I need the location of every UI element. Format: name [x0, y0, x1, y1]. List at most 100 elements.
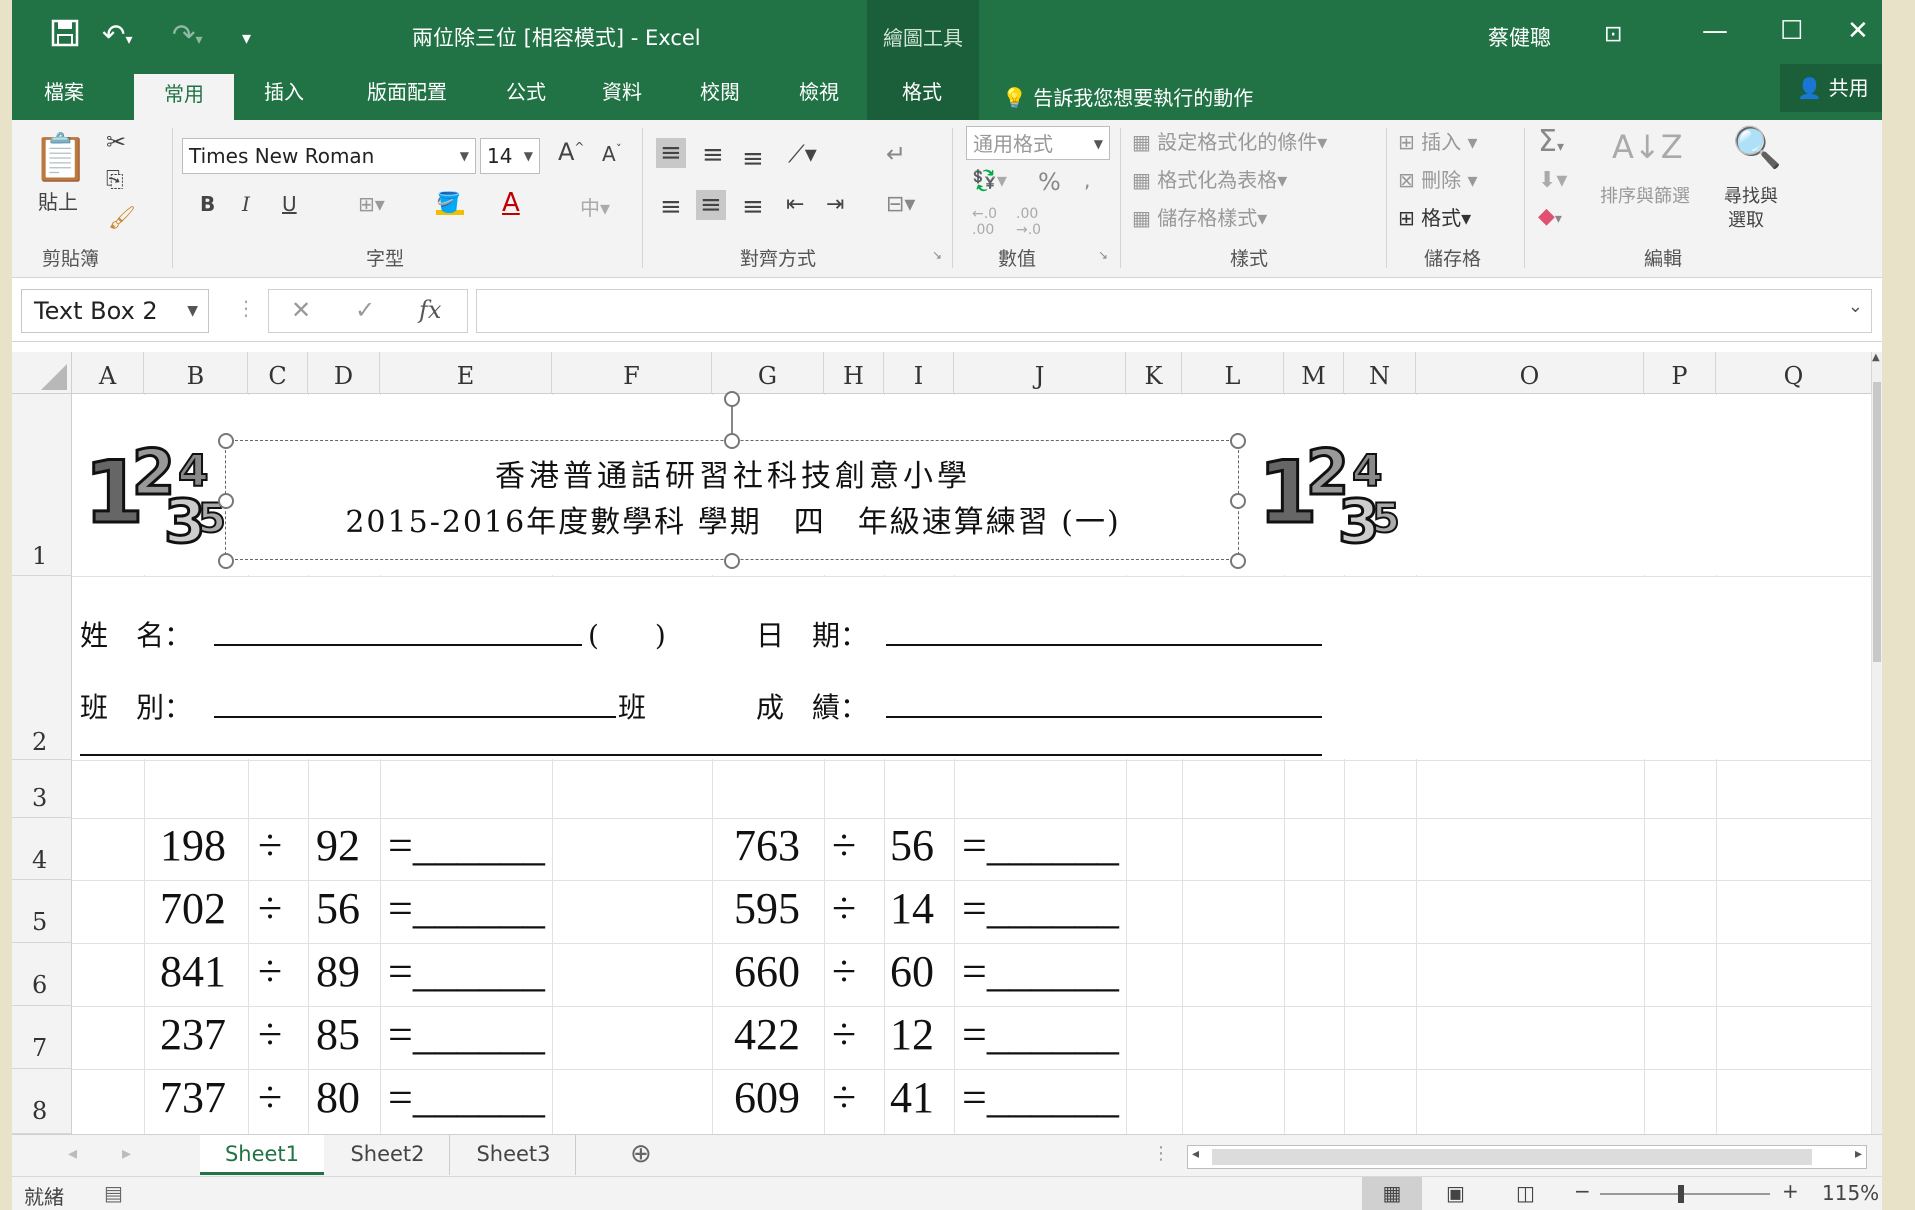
- font-size-select[interactable]: 14 ▼: [480, 138, 540, 174]
- sheet-tab-sheet3[interactable]: Sheet3: [452, 1135, 576, 1175]
- minimize-icon[interactable]: —: [1702, 16, 1728, 46]
- tab-insert[interactable]: 插入: [244, 70, 324, 120]
- tab-review[interactable]: 校閱: [680, 70, 760, 120]
- insert-function-icon[interactable]: fx: [419, 296, 441, 324]
- tab-split-handle-icon[interactable]: ⋮: [1152, 1143, 1170, 1164]
- format-as-table-button[interactable]: ▦ 格式化為表格▾: [1132, 164, 1287, 193]
- decrease-indent-icon[interactable]: ⇤: [786, 192, 804, 217]
- row-header-1[interactable]: 1: [12, 394, 72, 576]
- accounting-format-icon[interactable]: 💱▾: [972, 168, 1007, 192]
- align-middle-icon[interactable]: ≡: [702, 140, 724, 170]
- resize-handle[interactable]: [724, 553, 740, 569]
- autosum-icon[interactable]: Σ▾: [1538, 124, 1564, 159]
- orientation-icon[interactable]: ⟋▾: [788, 140, 817, 168]
- column-header-a[interactable]: A: [72, 352, 144, 394]
- format-painter-icon[interactable]: 🖌: [108, 206, 136, 231]
- cut-icon[interactable]: ✂: [106, 128, 126, 156]
- column-header-j[interactable]: J: [954, 352, 1126, 394]
- scroll-up-icon[interactable]: ▲: [1872, 352, 1882, 376]
- zoom-out-icon[interactable]: −: [1574, 1179, 1591, 1203]
- numbers-clipart-right[interactable]: 1 2 3 4 5: [1254, 424, 1404, 559]
- resize-handle[interactable]: [724, 433, 740, 449]
- wrap-text-icon[interactable]: ↵: [886, 140, 906, 168]
- column-header-g[interactable]: G: [712, 352, 824, 394]
- paste-icon[interactable]: 📋: [32, 130, 89, 185]
- phonetic-icon[interactable]: 中▾: [580, 192, 610, 221]
- zoom-slider[interactable]: [1600, 1193, 1770, 1195]
- user-name[interactable]: 蔡健聰: [1488, 22, 1551, 52]
- tab-formulas[interactable]: 公式: [486, 70, 566, 120]
- clear-icon[interactable]: ◆▾: [1538, 204, 1562, 229]
- column-header-i[interactable]: I: [884, 352, 954, 394]
- page-break-view-icon[interactable]: ◫: [1516, 1181, 1535, 1205]
- horizontal-scroll-thumb[interactable]: [1212, 1149, 1812, 1165]
- tab-view[interactable]: 檢視: [779, 70, 859, 120]
- column-header-n[interactable]: N: [1344, 352, 1416, 394]
- close-icon[interactable]: ✕: [1847, 16, 1869, 46]
- maximize-icon[interactable]: ☐: [1780, 16, 1803, 46]
- horizontal-scrollbar[interactable]: ◂ ▸: [1187, 1145, 1867, 1169]
- redo-icon[interactable]: ↷▾: [172, 18, 203, 51]
- enter-icon[interactable]: ✓: [355, 296, 375, 324]
- ribbon-display-options-icon[interactable]: ⊡: [1604, 22, 1622, 47]
- worksheet-grid[interactable]: A B C D E F G H I J K L M N O P Q 1 2 3 …: [12, 352, 1872, 1134]
- resize-handle[interactable]: [1230, 433, 1246, 449]
- row-header-7[interactable]: 7: [12, 1006, 72, 1069]
- column-header-p[interactable]: P: [1644, 352, 1716, 394]
- column-header-m[interactable]: M: [1284, 352, 1344, 394]
- tab-home[interactable]: 常用: [134, 74, 234, 120]
- column-header-h[interactable]: H: [824, 352, 884, 394]
- column-header-e[interactable]: E: [380, 352, 552, 394]
- cell-styles-button[interactable]: ▦ 儲存格樣式▾: [1132, 202, 1267, 231]
- column-header-d[interactable]: D: [308, 352, 380, 394]
- merge-center-icon[interactable]: ⊟▾: [886, 192, 915, 217]
- expand-formula-bar-icon[interactable]: ⌄: [1848, 296, 1863, 317]
- sheet-tab-sheet2[interactable]: Sheet2: [326, 1135, 450, 1175]
- paste-label[interactable]: 貼上: [38, 186, 78, 215]
- resize-handle[interactable]: [1230, 553, 1246, 569]
- bold-button[interactable]: B: [200, 192, 215, 216]
- add-sheet-icon[interactable]: ⊕: [630, 1139, 652, 1169]
- comma-style-icon[interactable]: ,: [1084, 168, 1090, 192]
- dialog-launcher-icon[interactable]: ↘: [1098, 248, 1108, 262]
- row-header-8[interactable]: 8: [12, 1069, 72, 1134]
- font-color-icon[interactable]: A: [502, 188, 520, 218]
- scroll-left-icon[interactable]: ◂: [1192, 1146, 1199, 1162]
- vertical-scrollbar[interactable]: ▲: [1872, 352, 1882, 1134]
- select-all-corner[interactable]: [12, 352, 72, 394]
- row-header-6[interactable]: 6: [12, 943, 72, 1006]
- sort-filter-icon[interactable]: A↓Z: [1612, 128, 1683, 166]
- find-select-icon[interactable]: 🔍: [1732, 124, 1782, 171]
- macro-recording-icon[interactable]: ▤: [104, 1181, 123, 1205]
- previous-sheet-icon[interactable]: ◂: [68, 1143, 77, 1164]
- zoom-level[interactable]: 115%: [1822, 1181, 1879, 1205]
- save-icon[interactable]: [50, 18, 80, 55]
- align-left-icon[interactable]: ≡: [660, 192, 682, 222]
- tab-data[interactable]: 資料: [582, 70, 662, 120]
- conditional-formatting-button[interactable]: ▦ 設定格式化的條件▾: [1132, 126, 1327, 155]
- row-header-4[interactable]: 4: [12, 818, 72, 880]
- column-header-f[interactable]: F: [552, 352, 712, 394]
- decrease-decimal-icon[interactable]: .00 →.0: [1016, 206, 1041, 238]
- underline-button[interactable]: U: [282, 192, 297, 216]
- share-button[interactable]: 👤 共用: [1780, 64, 1882, 112]
- sheet-tab-sheet1[interactable]: Sheet1: [200, 1135, 324, 1175]
- column-header-o[interactable]: O: [1416, 352, 1644, 394]
- page-layout-view-icon[interactable]: ▣: [1446, 1181, 1465, 1205]
- align-bottom-icon[interactable]: ≡: [742, 144, 764, 174]
- title-text-box[interactable]: 香港普通話研習社科技創意小學 2015-2016年度數學科 學期 四 年級速算練…: [218, 391, 1246, 569]
- zoom-slider-thumb[interactable]: [1678, 1185, 1684, 1203]
- normal-view-icon[interactable]: ▦: [1362, 1177, 1422, 1210]
- find-select-label-2[interactable]: 選取: [1728, 206, 1764, 232]
- italic-button[interactable]: I: [242, 192, 250, 216]
- sort-filter-label[interactable]: 排序與篩選: [1600, 182, 1690, 208]
- align-top-icon[interactable]: ≡: [656, 138, 686, 168]
- increase-decimal-icon[interactable]: ←.0.00: [972, 206, 997, 238]
- borders-icon[interactable]: ⊞▾: [358, 192, 385, 216]
- tab-page-layout[interactable]: 版面配置: [342, 70, 472, 120]
- copy-icon[interactable]: ⎘: [106, 168, 124, 193]
- column-header-q[interactable]: Q: [1716, 352, 1872, 394]
- numbers-clipart-left[interactable]: 1 2 3 4 5: [80, 424, 230, 559]
- insert-cells-button[interactable]: ⊞ 插入 ▾: [1398, 126, 1478, 155]
- resize-handle[interactable]: [218, 433, 234, 449]
